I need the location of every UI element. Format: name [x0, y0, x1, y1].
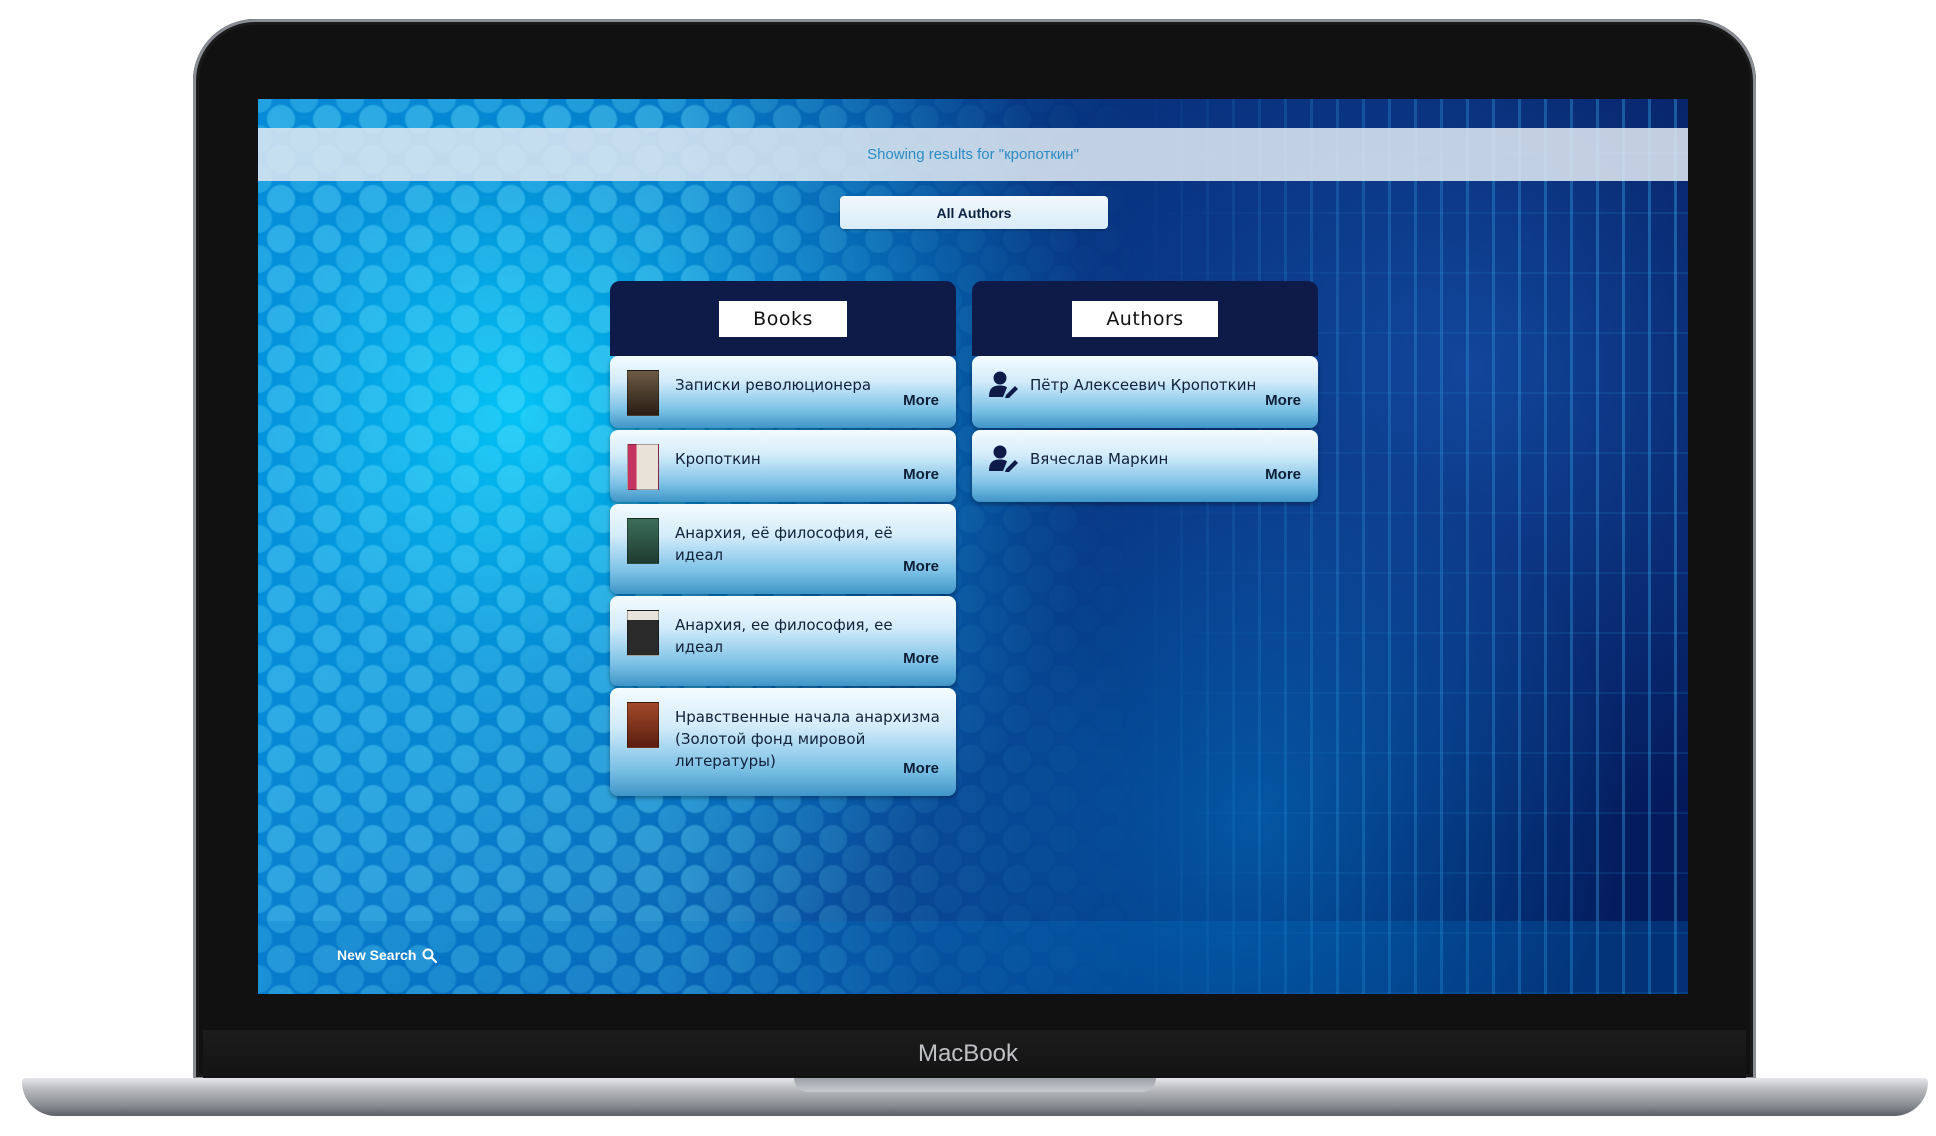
books-column-header: Books: [610, 281, 956, 356]
author-user-icon: [989, 371, 1018, 398]
authors-column: Authors Пётр Алексеевич Кропоткин More В…: [972, 281, 1318, 504]
authors-tab[interactable]: Authors: [1072, 300, 1218, 337]
books-column: Books Записки революционера More Кропотк…: [610, 281, 956, 798]
books-tab[interactable]: Books: [719, 300, 847, 337]
book-card[interactable]: Записки революционера More: [610, 356, 956, 428]
book-cover-image: [627, 518, 659, 564]
results-header-text: Showing results for "кропоткин": [867, 146, 1079, 163]
authors-column-header: Authors: [972, 281, 1318, 356]
author-user-icon: [989, 445, 1018, 472]
author-card[interactable]: Пётр Алексеевич Кропоткин More: [972, 356, 1318, 428]
laptop-notch: [794, 1078, 1156, 1092]
book-more-link[interactable]: More: [903, 650, 939, 667]
author-card[interactable]: Вячеслав Маркин More: [972, 430, 1318, 502]
app-screen: Showing results for "кропоткин" All Auth…: [258, 99, 1688, 994]
circuit-background: [1128, 99, 1688, 994]
book-more-link[interactable]: More: [903, 558, 939, 575]
book-cover-image: [627, 444, 659, 490]
author-more-link[interactable]: More: [1265, 466, 1301, 483]
new-search-label: New Search: [337, 947, 417, 963]
search-icon: [422, 948, 438, 963]
book-card[interactable]: Нравственные начала анархизма (Золотой ф…: [610, 688, 956, 796]
new-search-button[interactable]: New Search: [337, 947, 438, 963]
laptop-brand-label: MacBook: [917, 1040, 1019, 1067]
book-more-link[interactable]: More: [903, 392, 939, 409]
book-more-link[interactable]: More: [903, 466, 939, 483]
book-more-link[interactable]: More: [903, 760, 939, 777]
book-cover-image: [627, 370, 659, 416]
author-filter-select[interactable]: All Authors: [840, 196, 1108, 229]
author-name: Вячеслав Маркин: [1030, 450, 1169, 468]
book-card[interactable]: Кропоткин More: [610, 430, 956, 502]
author-name: Пётр Алексеевич Кропоткин: [1030, 376, 1257, 394]
bottom-bar: [258, 921, 1688, 994]
book-card[interactable]: Анархия, её философия, её идеал More: [610, 504, 956, 594]
book-cover-image: [627, 702, 659, 748]
author-filter-value: All Authors: [936, 204, 1012, 221]
book-card[interactable]: Анархия, ее философия, ее идеал More: [610, 596, 956, 686]
results-header: Showing results for "кропоткин": [258, 128, 1688, 181]
author-more-link[interactable]: More: [1265, 392, 1301, 409]
book-cover-image: [627, 610, 659, 656]
